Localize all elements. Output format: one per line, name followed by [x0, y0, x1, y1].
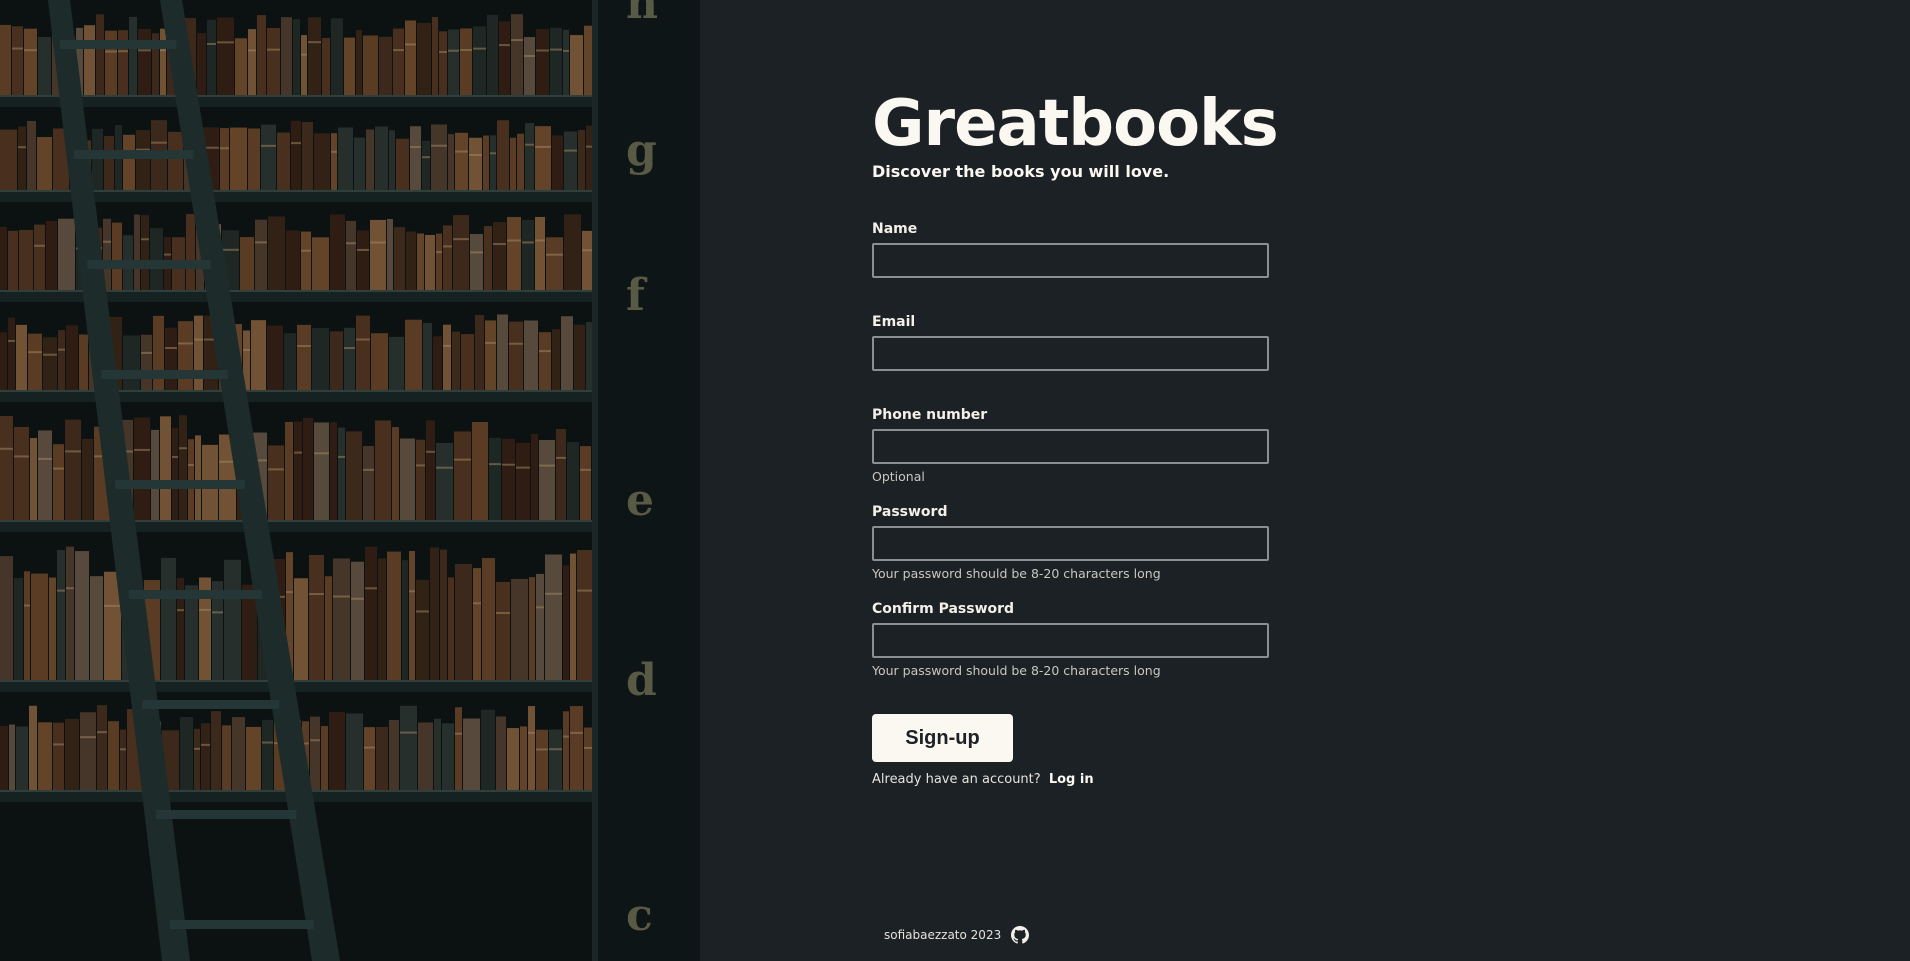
- password-label: Password: [872, 504, 948, 520]
- signup-button[interactable]: Sign-up: [872, 714, 1013, 762]
- phone-hint: Optional: [872, 469, 925, 484]
- confirm-password-field-group: Confirm Password Your password should be…: [872, 601, 1272, 678]
- confirm-password-hint: Your password should be 8-20 characters …: [872, 663, 1161, 678]
- confirm-password-label: Confirm Password: [872, 601, 1015, 617]
- email-input[interactable]: [872, 336, 1269, 371]
- password-field-group: Password Your password should be 8-20 ch…: [872, 504, 1272, 581]
- name-field-group: Name: [872, 221, 1272, 278]
- password-input[interactable]: [872, 526, 1269, 561]
- phone-label: Phone number: [872, 407, 988, 423]
- email-label: Email: [872, 314, 916, 330]
- brand-title: Greatbooks: [872, 87, 1279, 161]
- login-prompt: Already have an account?: [872, 772, 1041, 787]
- hero-image: hgfedc: [0, 0, 700, 961]
- bookshelf-illustration: hgfedc: [0, 0, 700, 961]
- phone-field-group: Phone number Optional: [872, 407, 1272, 484]
- name-label: Name: [872, 221, 918, 237]
- confirm-password-input[interactable]: [872, 623, 1269, 658]
- email-field-group: Email: [872, 314, 1272, 371]
- login-prompt-line: Already have an account? Log in: [872, 772, 1272, 787]
- signup-page: hgfedc Greatbooks Discover the books you…: [0, 0, 1910, 961]
- password-hint: Your password should be 8-20 characters …: [872, 566, 1161, 581]
- form-panel: Greatbooks Discover the books you will l…: [700, 0, 1910, 961]
- submit-row: Sign-up: [872, 714, 1272, 762]
- phone-input[interactable]: [872, 429, 1269, 464]
- login-link[interactable]: Log in: [1049, 772, 1094, 787]
- footer-credit: sofiabaezzato 2023: [884, 928, 1002, 942]
- name-input[interactable]: [872, 243, 1269, 278]
- footer: sofiabaezzato 2023: [884, 926, 1030, 944]
- github-icon[interactable]: [1011, 926, 1030, 944]
- brand-tagline: Discover the books you will love.: [872, 162, 1170, 181]
- signup-form: Greatbooks Discover the books you will l…: [872, 87, 1279, 787]
